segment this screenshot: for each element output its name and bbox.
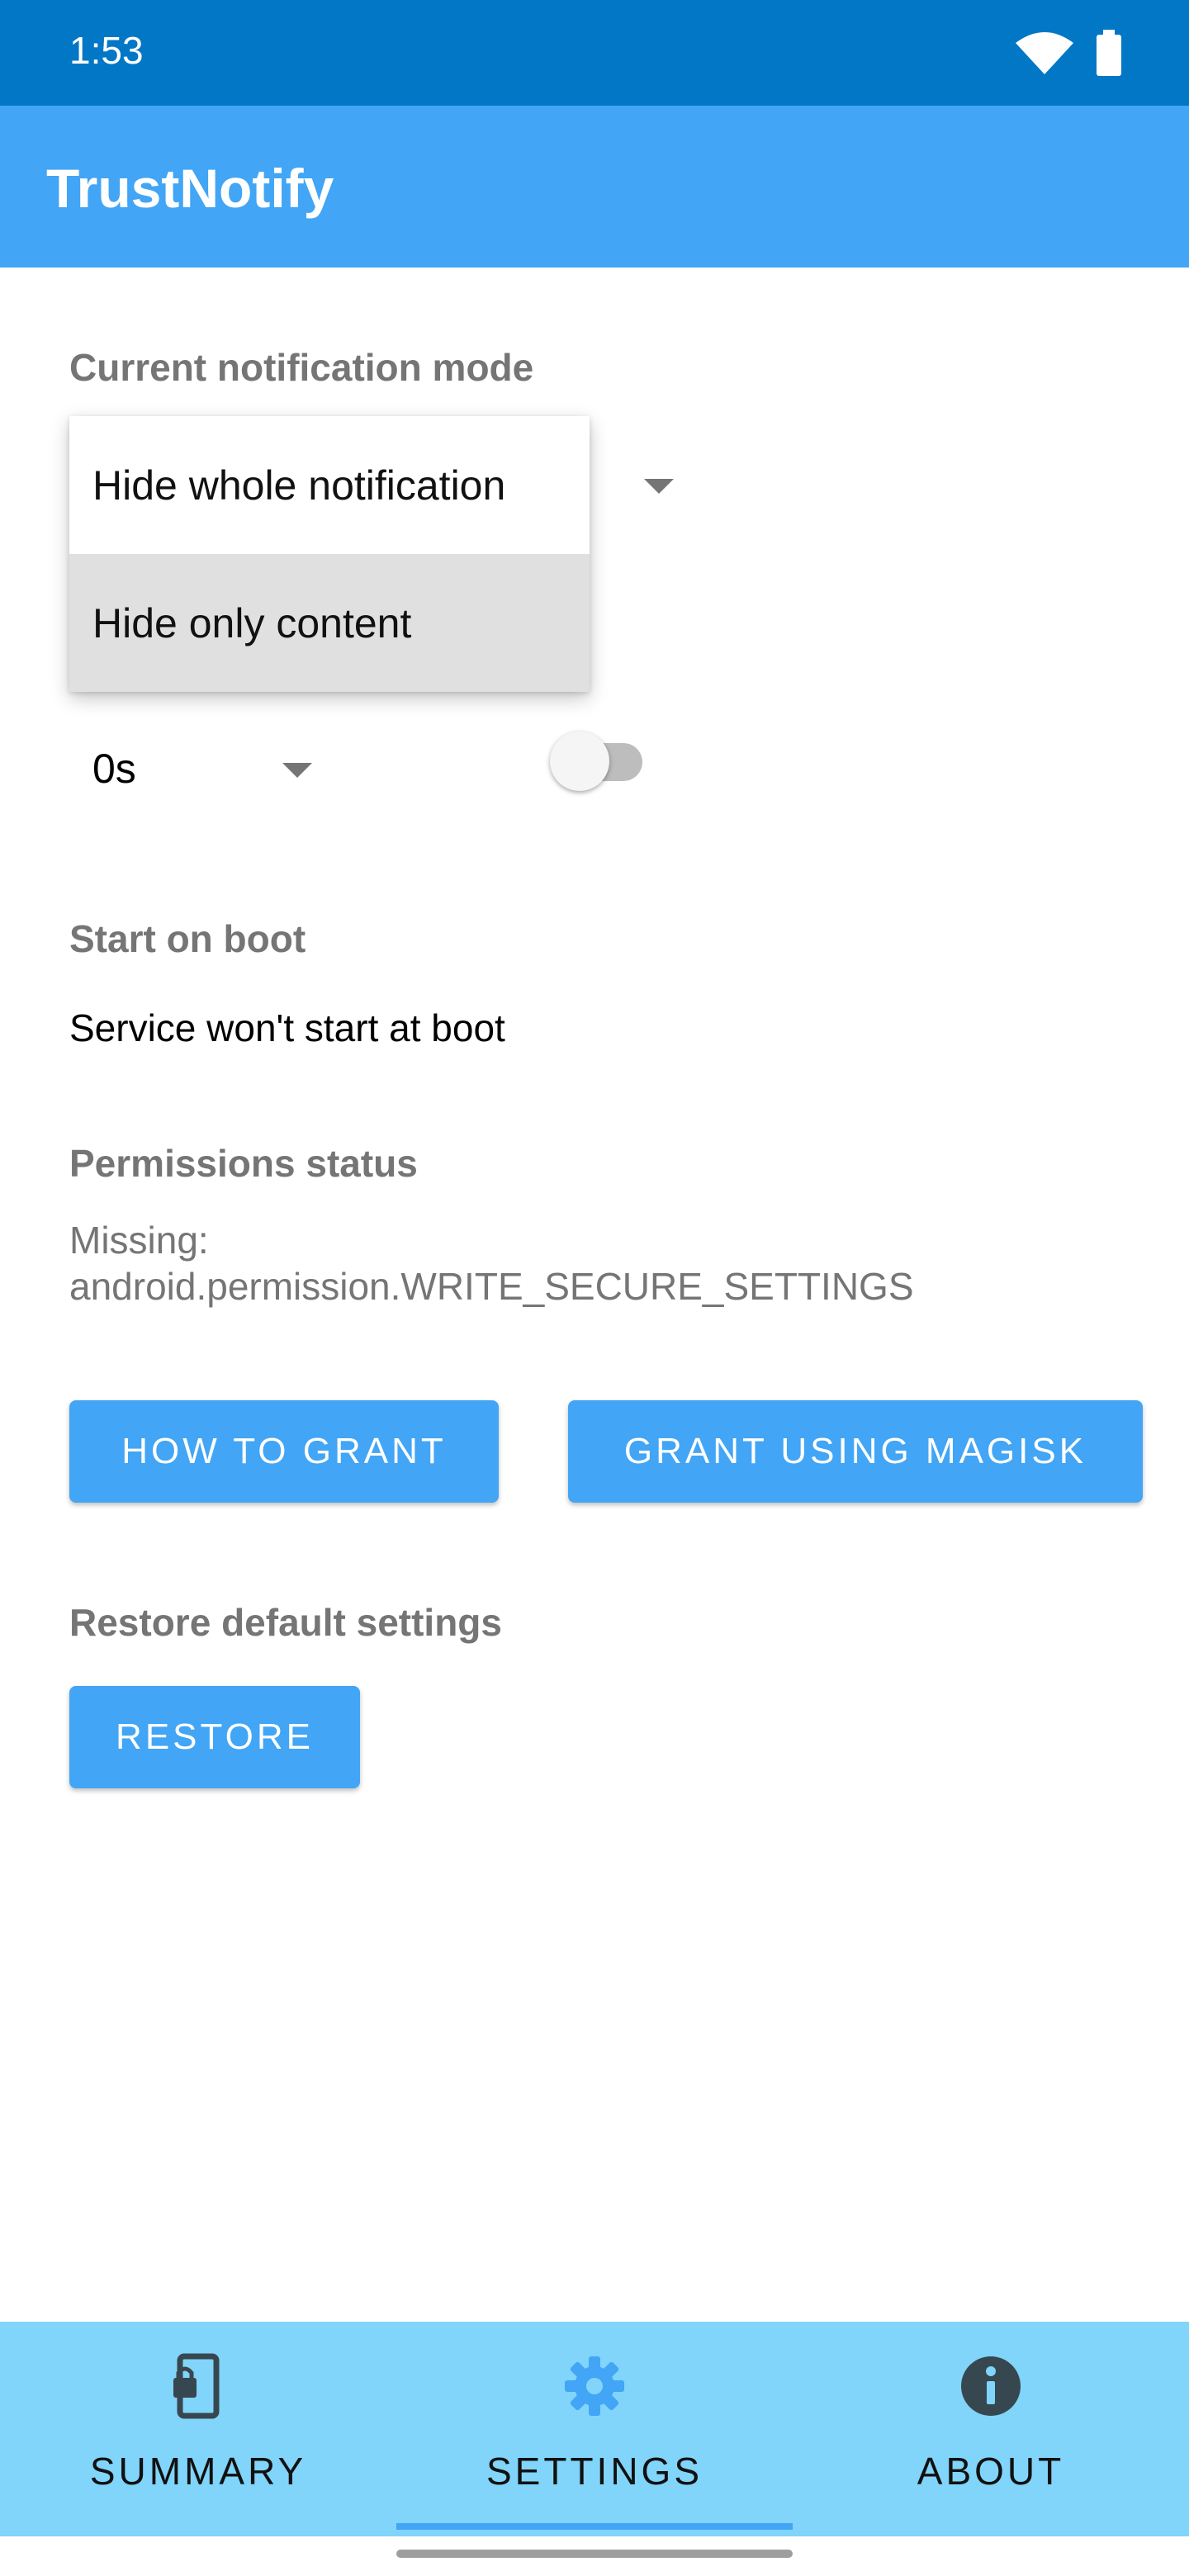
nav-item-summary[interactable]: SUMMARY [0, 2322, 396, 2536]
permissions-label: Permissions status [69, 1142, 418, 1185]
nav-label-summary: SUMMARY [89, 2450, 307, 2493]
phone-lock-icon [173, 2353, 220, 2419]
system-nav-area [0, 2536, 1189, 2576]
wifi-icon [1016, 32, 1073, 74]
gear-icon [565, 2356, 624, 2416]
bottom-navigation: SUMMARY SETTINGS ABOUT [0, 2322, 1189, 2536]
start-on-boot-label: Start on boot [69, 917, 306, 960]
app-bar: TrustNotify [0, 106, 1189, 268]
gesture-handle[interactable] [396, 2550, 793, 2558]
restore-button[interactable]: RESTORE [69, 1686, 360, 1788]
nav-item-about[interactable]: ABOUT [793, 2322, 1189, 2536]
delay-value[interactable]: 0s [92, 745, 136, 793]
how-to-grant-button[interactable]: HOW TO GRANT [69, 1400, 499, 1503]
battery-icon [1097, 30, 1121, 76]
info-icon [961, 2356, 1021, 2416]
status-time: 1:53 [69, 29, 144, 72]
dropdown-option-hide-content[interactable]: Hide only content [69, 554, 590, 692]
status-bar: 1:53 [0, 0, 1189, 106]
status-icons [1016, 30, 1123, 76]
notification-mode-label: Current notification mode [69, 346, 534, 389]
nav-item-settings[interactable]: SETTINGS [396, 2322, 793, 2536]
start-on-boot-description: Service won't start at boot [69, 1006, 505, 1049]
chevron-down-icon[interactable] [282, 763, 312, 778]
chevron-down-icon[interactable] [644, 479, 674, 494]
nav-label-about: ABOUT [917, 2450, 1065, 2493]
app-title: TrustNotify [46, 158, 334, 219]
grant-magisk-button[interactable]: GRANT USING MAGISK [568, 1400, 1143, 1503]
active-tab-indicator [396, 2523, 793, 2530]
dropdown-option-hide-whole[interactable]: Hide whole notification [69, 416, 590, 554]
toggle-thumb[interactable] [550, 732, 609, 791]
notification-mode-dropdown: Hide whole notification Hide only conten… [69, 416, 590, 692]
settings-content: Current notification mode Hide whole not… [0, 268, 1189, 2322]
permissions-status-line2: android.permission.WRITE_SECURE_SETTINGS [69, 1265, 914, 1308]
nav-label-settings: SETTINGS [486, 2450, 703, 2493]
permissions-status-line1: Missing: [69, 1219, 209, 1262]
restore-label: Restore default settings [69, 1601, 502, 1644]
